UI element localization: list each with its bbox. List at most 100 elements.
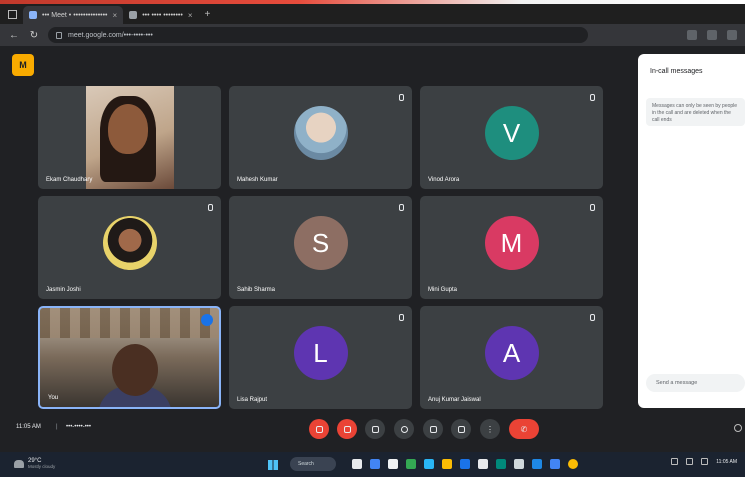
mic-off-icon	[207, 204, 213, 211]
mic-off-icon	[589, 314, 595, 321]
menu-icon[interactable]	[727, 30, 737, 40]
mic-off-icon	[398, 94, 404, 101]
participant-tile[interactable]: V Vinod Arora	[420, 86, 603, 189]
cloud-icon	[14, 460, 24, 468]
more-options-button[interactable]: ⋮	[480, 419, 500, 439]
taskbar-search[interactable]: Search	[290, 457, 336, 471]
window-menu-icon[interactable]	[8, 9, 17, 19]
camera-off-icon	[343, 425, 351, 433]
mic-off-icon	[315, 425, 323, 433]
participant-tile[interactable]: Ekam Chaudhary	[38, 86, 221, 189]
close-tab-icon[interactable]: ×	[188, 11, 193, 20]
extension-icon[interactable]	[687, 30, 697, 40]
windows-start-icon[interactable]	[268, 460, 278, 470]
browser-actions	[687, 30, 737, 40]
system-tray: 11:05 AM	[671, 458, 737, 465]
meeting-code: •••-••••-•••	[66, 424, 92, 430]
video-figure-face	[108, 104, 148, 154]
chrome-icon[interactable]	[550, 459, 560, 469]
avatar: S	[293, 216, 348, 271]
tab-favicon-icon	[129, 11, 138, 19]
reload-icon[interactable]: ↻	[28, 30, 40, 41]
file-explorer-icon[interactable]	[442, 459, 452, 469]
app-icon[interactable]	[532, 459, 542, 469]
edge-icon[interactable]	[424, 459, 434, 469]
app-icon[interactable]	[460, 459, 470, 469]
volume-icon[interactable]	[701, 458, 709, 465]
participant-name: Ekam Chaudhary	[46, 177, 93, 183]
mic-off-icon	[589, 94, 595, 101]
mic-off-icon	[589, 204, 595, 211]
meeting-time: 11:05 AM	[16, 424, 41, 430]
weather-desc: Mostly cloudy	[28, 464, 56, 469]
app-icon[interactable]	[406, 459, 416, 469]
app-icon[interactable]	[496, 459, 506, 469]
reactions-button[interactable]	[394, 419, 414, 439]
chat-panel: In-call messages Messages can only be se…	[638, 54, 745, 408]
participant-tile[interactable]: M Mini Gupta	[420, 196, 603, 299]
captions-button[interactable]	[365, 419, 385, 439]
weather-text: 29°C Mostly cloudy	[28, 458, 55, 469]
speaking-indicator-icon	[201, 314, 213, 326]
wifi-icon[interactable]	[686, 458, 694, 465]
mic-toggle-button[interactable]	[309, 419, 329, 439]
weather-widget[interactable]: 29°C Mostly cloudy	[14, 458, 55, 469]
chrome-icon[interactable]	[568, 459, 578, 469]
camera-toggle-button[interactable]	[337, 419, 357, 439]
app-icon[interactable]	[514, 459, 524, 469]
avatar	[293, 106, 348, 161]
avatar-letter: A	[502, 337, 521, 368]
participant-name: Vinod Arora	[428, 177, 460, 183]
raise-hand-button[interactable]	[451, 419, 471, 439]
avatar-letter: M	[500, 227, 523, 258]
task-view-icon[interactable]	[352, 459, 362, 469]
participant-name: Jasmin Joshi	[46, 287, 81, 293]
present-icon	[429, 425, 437, 433]
avatar	[102, 216, 157, 271]
browser-tab-2[interactable]: ••• •••• •••••••• ×	[123, 6, 198, 24]
browser-tab-meet[interactable]: ••• Meet • •••••••••••••• ×	[23, 6, 124, 24]
present-button[interactable]	[423, 419, 443, 439]
meet-logo-icon: M	[12, 54, 34, 76]
taskbar: 29°C Mostly cloudy Search 11:05 AM	[0, 452, 745, 477]
url-field[interactable]: meet.google.com/•••-••••-•••	[48, 27, 588, 43]
close-tab-icon[interactable]: ×	[113, 11, 118, 20]
meeting-separator: |	[56, 424, 58, 430]
meet-logo-text: M	[19, 60, 27, 70]
call-end-icon: ✆	[520, 424, 528, 434]
video-background	[40, 308, 219, 338]
participant-video	[86, 86, 174, 189]
back-icon[interactable]: ←	[8, 30, 20, 41]
participant-name: Sahib Sharma	[237, 287, 276, 293]
captions-icon	[371, 425, 379, 433]
avatar: A	[484, 326, 539, 381]
profile-icon[interactable]	[707, 30, 717, 40]
participant-tile[interactable]: L Lisa Rajput	[229, 306, 412, 409]
participant-tile[interactable]: A Anuj Kumar Jaiswal	[420, 306, 603, 409]
app-icon[interactable]	[478, 459, 488, 469]
app-icon[interactable]	[388, 459, 398, 469]
new-tab-icon[interactable]: +	[205, 9, 211, 20]
address-bar: ← ↻ meet.google.com/•••-••••-•••	[0, 24, 745, 46]
participant-name: Mini Gupta	[428, 287, 458, 293]
participant-name: Mahesh Kumar	[237, 177, 278, 183]
emoji-icon	[400, 425, 408, 433]
video-figure-head	[112, 344, 158, 396]
chevron-up-icon[interactable]	[671, 458, 679, 465]
avatar-letter: S	[311, 227, 330, 258]
participant-tile[interactable]: Mahesh Kumar	[229, 86, 412, 189]
mic-off-icon	[398, 204, 404, 211]
leave-call-button[interactable]: ✆	[509, 419, 539, 439]
taskbar-clock[interactable]: 11:05 AM	[716, 459, 737, 465]
participant-tile[interactable]: S Sahib Sharma	[229, 196, 412, 299]
tab-label: ••• Meet • ••••••••••••••	[42, 11, 108, 19]
meeting-details-icon[interactable]	[734, 424, 742, 432]
avatar: M	[484, 216, 539, 271]
app-icon[interactable]	[370, 459, 380, 469]
hand-icon	[457, 425, 465, 433]
avatar-letter: V	[502, 117, 521, 148]
participant-name: You	[48, 395, 59, 401]
chat-message-input[interactable]: Send a message	[646, 374, 745, 392]
participant-tile[interactable]: Jasmin Joshi	[38, 196, 221, 299]
self-view-tile[interactable]: You	[38, 306, 221, 409]
